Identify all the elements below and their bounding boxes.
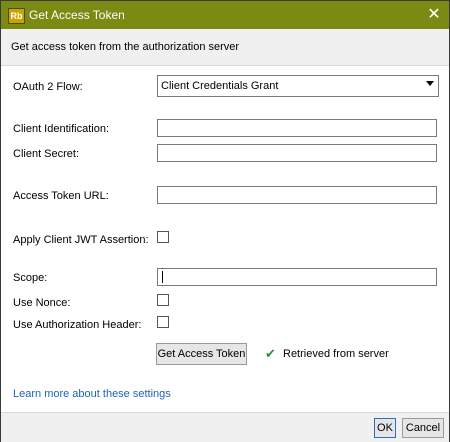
window-title: Get Access Token <box>29 8 125 22</box>
text-caret <box>162 271 163 283</box>
use-nonce-checkbox[interactable] <box>157 294 169 306</box>
scope-label: Scope: <box>13 272 48 284</box>
oauth-flow-label: OAuth 2 Flow: <box>13 81 83 93</box>
header-band: Get access token from the authorization … <box>1 29 449 66</box>
dialog-window: Rb Get Access Token ✕ Get access token f… <box>0 0 450 442</box>
apply-jwt-checkbox[interactable] <box>157 231 169 243</box>
use-nonce-label: Use Nonce: <box>13 297 71 309</box>
ok-button[interactable]: OK <box>374 418 396 438</box>
checkmark-icon: ✔ <box>265 346 276 361</box>
access-token-url-field[interactable] <box>157 186 437 204</box>
use-auth-header-checkbox[interactable] <box>157 316 169 328</box>
oauth-flow-dropdown[interactable]: Client Credentials Grant <box>157 75 439 97</box>
client-secret-label: Client Secret: <box>13 148 80 160</box>
status-text: Retrieved from server <box>283 348 389 360</box>
apply-jwt-label: Apply Client JWT Assertion: <box>13 234 149 246</box>
learn-more-link[interactable]: Learn more about these settings <box>13 388 171 400</box>
oauth-flow-value: Client Credentials Grant <box>161 80 279 92</box>
access-token-url-label: Access Token URL: <box>13 190 109 202</box>
client-secret-field[interactable] <box>157 144 437 162</box>
header-text: Get access token from the authorization … <box>11 41 240 53</box>
scope-field[interactable] <box>157 268 437 286</box>
cancel-button[interactable]: Cancel <box>402 418 444 438</box>
get-access-token-button[interactable]: Get Access Token <box>156 343 247 365</box>
close-button[interactable]: ✕ <box>419 1 449 29</box>
chevron-down-icon <box>426 81 434 86</box>
app-logo-icon: Rb <box>8 8 25 24</box>
use-auth-header-label: Use Authorization Header: <box>13 319 142 331</box>
client-id-label: Client Identification: <box>13 123 109 135</box>
client-id-field[interactable] <box>157 119 437 137</box>
title-bar: Rb Get Access Token ✕ <box>1 1 449 29</box>
